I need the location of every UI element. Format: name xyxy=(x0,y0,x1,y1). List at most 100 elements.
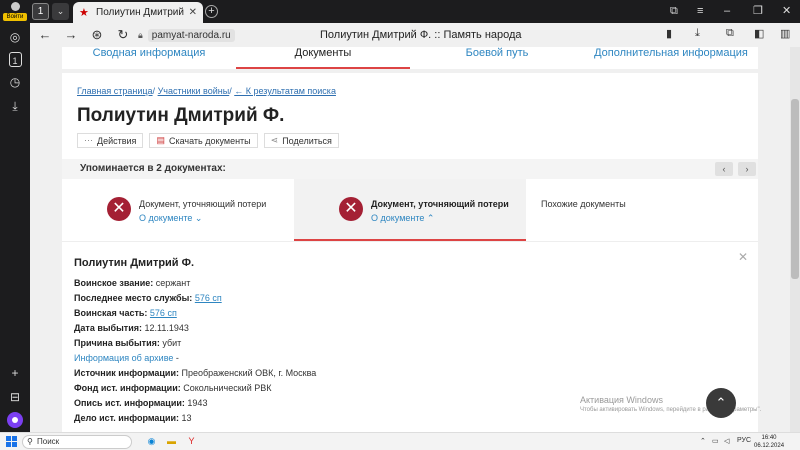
last-service-link[interactable]: 576 сп xyxy=(195,293,222,303)
taskbar: ⚲ Поиск ◉ ▬ Y ⌃ ▭ ◁ РУС 16:40 06.12.2024 xyxy=(0,432,800,450)
details-list: Воинское звание: сержант Последнее место… xyxy=(74,276,316,426)
active-tab[interactable]: ★ Полиутин Дмитрий Ф. ✕ xyxy=(73,2,203,23)
document-item[interactable]: ✕ Документ, уточняющий потери О документ… xyxy=(62,179,294,241)
page-title: Полиутин Дмитрий Ф. xyxy=(77,105,285,126)
browser-sidebar: Войти ◎ 1 ◷ ⤓ + ⊟ xyxy=(0,0,30,432)
details-person-name: Полиутин Дмитрий Ф. xyxy=(74,257,195,269)
protect-icon[interactable]: ⊛ xyxy=(88,26,106,44)
add-icon[interactable]: + xyxy=(6,364,24,382)
tab-list-chevron-icon[interactable]: ⌄ xyxy=(52,3,69,20)
login-label: Войти xyxy=(3,13,27,21)
back-arrow-icon[interactable]: ← xyxy=(36,26,54,44)
user-avatar-icon xyxy=(11,2,20,11)
file-explorer-icon[interactable]: ▬ xyxy=(166,436,177,447)
action-buttons: ⋯ Действия ▤ Скачать документы ⋖ Поделиться xyxy=(77,133,339,148)
download-arrow-icon[interactable]: ⤓ xyxy=(695,27,700,40)
download-label: Скачать документы xyxy=(168,135,251,146)
person-card: Главная страница/ Участники войны/ ← К р… xyxy=(62,73,758,432)
address-bar: ← → ⊛ ↻ 🔒︎ pamyat-naroda.ru Полиутин Дми… xyxy=(30,23,800,47)
mention-bar: Упоминается в 2 документах: ‹ › xyxy=(62,159,758,179)
new-tab-button[interactable]: + xyxy=(205,5,218,18)
unit-link[interactable]: 576 сп xyxy=(150,308,177,318)
page-title-in-bar: Полиутин Дмитрий Ф. :: Память народа xyxy=(320,29,522,41)
reload-icon[interactable]: ↻ xyxy=(114,26,132,44)
about-document-link[interactable]: О документе ⌄ xyxy=(139,213,202,224)
scroll-up-button[interactable]: ⌃ xyxy=(706,388,736,418)
section-tabs: Сводная информация Документы Боевой путь… xyxy=(62,47,758,69)
bookmark-icon[interactable]: ▮ xyxy=(666,27,672,40)
tabs-sync-icon[interactable]: ⧉ xyxy=(670,4,678,18)
translate-icon[interactable]: ◧ xyxy=(754,27,764,40)
prev-page-button[interactable]: ‹ xyxy=(715,162,733,176)
alice-assistant-icon[interactable] xyxy=(7,412,23,428)
tray-chevron-icon[interactable]: ⌃ xyxy=(700,437,706,445)
detail-row: Фонд ист. информации: Сокольнический РВК xyxy=(74,383,272,393)
close-window-icon[interactable]: ✕ xyxy=(782,4,791,18)
close-tab-icon[interactable]: ✕ xyxy=(189,7,197,18)
tab-bar: 1 ⌄ ★ Полиутин Дмитрий Ф. ✕ + ⧉ ≡ – ❐ ✕ xyxy=(30,0,800,23)
breadcrumb-home-link[interactable]: Главная страница xyxy=(77,86,153,96)
tab-combat-path[interactable]: Боевой путь xyxy=(410,47,584,69)
camera-icon[interactable]: ◎ xyxy=(6,28,24,46)
detail-row: Воинское звание: сержант xyxy=(74,278,191,288)
tab-summary[interactable]: Сводная информация xyxy=(62,47,236,69)
breadcrumb-participants-link[interactable]: Участники войны xyxy=(158,86,230,96)
detail-row: Причина выбытия: убит xyxy=(74,338,182,348)
tab-title: Полиутин Дмитрий Ф. xyxy=(96,7,184,18)
collapse-icon[interactable]: ⊟ xyxy=(6,388,24,406)
volume-icon[interactable]: ◁ xyxy=(724,437,729,445)
breadcrumb: Главная страница/ Участники войны/ ← К р… xyxy=(77,86,336,96)
share-label: Поделиться xyxy=(282,135,332,146)
download-documents-button[interactable]: ▤ Скачать документы xyxy=(149,133,258,148)
detail-row: Источник информации: Преображенский ОВК,… xyxy=(74,368,317,378)
x-circle-icon: ✕ xyxy=(339,197,363,221)
taskbar-search-input[interactable]: ⚲ Поиск xyxy=(22,435,132,449)
search-icon: ⚲ xyxy=(27,437,33,446)
clock[interactable]: 16:40 06.12.2024 xyxy=(754,434,784,450)
document-title: Документ, уточняющий потери xyxy=(371,199,509,209)
documents-list: ✕ Документ, уточняющий потери О документ… xyxy=(62,179,758,241)
dots-icon: ⋯ xyxy=(84,135,93,145)
about-document-link[interactable]: О документе ⌃ xyxy=(371,213,434,224)
share-button[interactable]: ⋖ Поделиться xyxy=(263,133,339,148)
actions-label: Действия xyxy=(97,135,137,146)
back-to-results-link[interactable]: ← К результатам поиска xyxy=(234,86,336,96)
tab-count-button[interactable]: 1 xyxy=(32,3,49,20)
page-scrollbar[interactable] xyxy=(790,47,800,432)
restore-icon[interactable]: ❐ xyxy=(753,4,763,18)
url-field[interactable]: 🔒︎ pamyat-naroda.ru xyxy=(138,26,308,44)
share-icon: ⋖ xyxy=(270,135,279,145)
tab-documents[interactable]: Документы xyxy=(236,47,410,69)
document-item-active[interactable]: ✕ Документ, уточняющий потери О документ… xyxy=(294,179,526,241)
login-button[interactable]: Войти xyxy=(2,2,28,22)
detail-row: Дата выбытия: 12.11.1943 xyxy=(74,323,189,333)
similar-documents-label: Похожие документы xyxy=(541,199,626,209)
next-page-button[interactable]: › xyxy=(738,162,756,176)
language-indicator[interactable]: РУС xyxy=(737,437,751,444)
detail-row: Последнее место службы: 576 сп xyxy=(74,293,222,303)
page-content: Сводная информация Документы Боевой путь… xyxy=(30,47,790,432)
menu-icon[interactable]: ≡ xyxy=(697,4,703,18)
detail-row: Информация об архиве - xyxy=(74,353,179,363)
history-icon[interactable]: ◷ xyxy=(6,73,24,91)
detail-row: Дело ист. информации: 13 xyxy=(74,413,192,423)
similar-documents-item[interactable]: Похожие документы xyxy=(526,179,758,241)
yandex-browser-icon[interactable]: Y xyxy=(186,436,197,447)
minimize-icon[interactable]: – xyxy=(724,4,730,18)
windows-start-icon[interactable] xyxy=(6,436,17,447)
close-icon[interactable]: ✕ xyxy=(738,250,748,264)
download-icon[interactable]: ⤓ xyxy=(6,97,24,115)
archive-info-link[interactable]: Информация об архиве xyxy=(74,353,173,363)
edge-icon[interactable]: ◉ xyxy=(146,436,157,447)
detail-row: Опись ист. информации: 1943 xyxy=(74,398,208,408)
forward-arrow-icon[interactable]: → xyxy=(62,26,80,44)
extensions-icon[interactable]: ⧉ xyxy=(726,27,734,40)
document-download-icon: ▤ xyxy=(156,135,165,145)
tab-additional-info[interactable]: Дополнительная информация xyxy=(584,47,758,69)
tabs-counter-icon[interactable]: 1 xyxy=(8,52,22,67)
actions-button[interactable]: ⋯ Действия xyxy=(77,133,144,148)
lock-icon: 🔒︎ xyxy=(138,29,143,40)
network-icon[interactable]: ▭ xyxy=(712,437,719,445)
sidebar-toggle-icon[interactable]: ▥ xyxy=(780,27,790,40)
detail-row: Воинская часть: 576 сп xyxy=(74,308,177,318)
